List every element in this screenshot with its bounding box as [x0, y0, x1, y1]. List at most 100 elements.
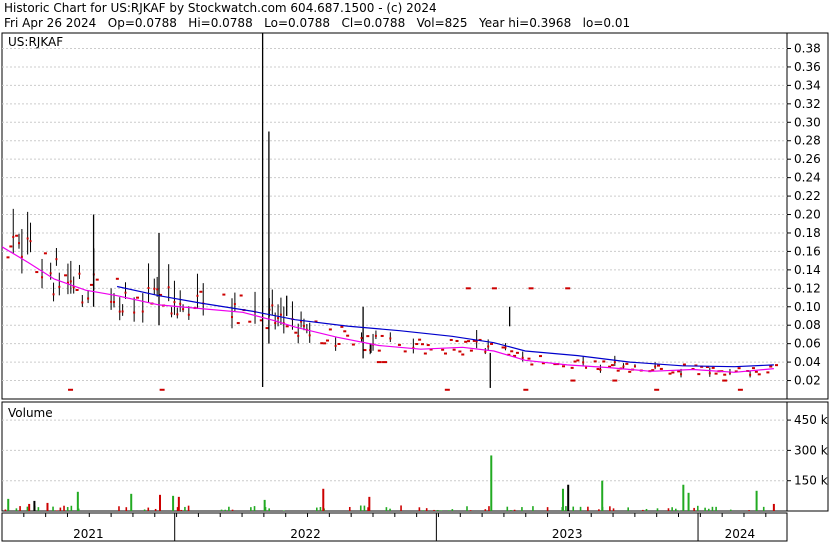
- flat-trade-mark: [380, 334, 384, 337]
- flat-trade-mark: [441, 348, 445, 351]
- volume-bar: [667, 508, 670, 511]
- isolated-trade-mark: [528, 287, 534, 290]
- close-mark: [708, 372, 711, 375]
- price-tick-label: 0.08: [794, 318, 821, 332]
- close-mark: [167, 286, 170, 289]
- volume-bar: [687, 492, 690, 511]
- close-mark: [633, 365, 636, 368]
- price-tick-label: 0.34: [794, 78, 821, 92]
- flat-trade-mark: [285, 325, 289, 328]
- flat-trade-mark: [35, 271, 39, 274]
- flat-trade-mark: [248, 320, 252, 323]
- flat-trade-mark: [199, 290, 203, 293]
- volume-tick-label: 450 k: [794, 413, 828, 427]
- volume-bar: [425, 508, 428, 511]
- close-mark: [78, 272, 81, 275]
- close-mark: [487, 345, 490, 348]
- flat-trade-mark: [415, 343, 419, 346]
- volume-bar: [546, 507, 549, 511]
- price-tick-label: 0.04: [794, 355, 821, 369]
- volume-bar: [125, 507, 128, 511]
- flat-trade-mark: [766, 371, 770, 374]
- flat-trade-mark: [593, 360, 597, 363]
- flat-trade-mark: [115, 277, 119, 280]
- price-panel: 0.02 0.04 0.06 0.08 0.10 0.12 0.14 0.16 0.18 0.20…: [1, 32, 829, 400]
- isolated-trade-mark: [465, 287, 471, 290]
- close-mark: [156, 288, 159, 291]
- volume-bar: [642, 509, 644, 511]
- volume-bar: [510, 510, 512, 511]
- price-tick-label: 0.26: [794, 152, 821, 166]
- isolated-trade-mark: [491, 287, 497, 290]
- close-mark: [147, 287, 150, 290]
- volume-bar: [469, 510, 472, 511]
- flat-trade-mark: [377, 349, 381, 352]
- volume-bar: [316, 507, 318, 511]
- volume-bar: [26, 506, 29, 511]
- flat-trade-mark: [328, 328, 332, 331]
- volume-bar: [359, 505, 362, 511]
- close-mark: [110, 300, 113, 303]
- close-mark: [389, 337, 392, 340]
- price-tick-label: 0.28: [794, 134, 821, 148]
- price-tick-label: 0.24: [794, 171, 821, 185]
- volume-bar: [656, 508, 659, 511]
- volume-chart-title: Volume: [8, 406, 53, 420]
- close-mark: [133, 311, 136, 314]
- flat-trade-mark: [363, 349, 367, 352]
- stock-chart: 0.02 0.04 0.06 0.08 0.10 0.12 0.14 0.16 0.18 0.20…: [1, 32, 829, 542]
- flat-trade-mark: [737, 367, 741, 370]
- volume-bar: [707, 508, 710, 511]
- volume-bar: [645, 508, 648, 511]
- volume-panel: 150 k 300 k 450 k Volume: [1, 401, 829, 512]
- flat-trade-mark: [418, 338, 422, 341]
- volume-bar: [436, 509, 439, 511]
- volume-bar: [224, 509, 227, 511]
- isolated-trade-mark: [444, 388, 450, 391]
- volume-bar: [220, 509, 223, 511]
- flat-trade-mark: [337, 342, 341, 345]
- flat-trade-mark: [616, 369, 620, 372]
- close-mark: [29, 240, 32, 243]
- flat-trade-mark: [628, 370, 632, 373]
- volume-bar: [253, 506, 256, 511]
- volume-bar: [451, 509, 454, 511]
- volume-bar: [675, 508, 677, 511]
- flat-trade-mark: [136, 296, 140, 299]
- volume-bar: [154, 508, 157, 511]
- flat-trade-mark: [714, 372, 718, 375]
- flat-trade-mark: [449, 338, 453, 341]
- volume-bar: [612, 508, 615, 511]
- volume-bar: [748, 510, 750, 511]
- flat-trade-mark: [711, 366, 715, 369]
- close-mark: [173, 301, 176, 304]
- close-mark: [360, 337, 363, 340]
- close-mark: [654, 365, 657, 368]
- volume-bar: [187, 505, 190, 511]
- close-mark: [187, 313, 190, 316]
- isolated-trade-mark: [737, 388, 743, 391]
- flat-trade-mark: [9, 245, 13, 248]
- volume-bar: [268, 508, 270, 511]
- isolated-trade-mark: [159, 388, 165, 391]
- flat-trade-mark: [757, 373, 761, 376]
- close-mark: [582, 361, 585, 364]
- flat-trade-mark: [515, 351, 519, 354]
- flat-trade-mark: [538, 355, 542, 358]
- volume-bar: [363, 505, 366, 511]
- flat-trade-mark: [668, 372, 672, 375]
- close-mark: [141, 310, 144, 313]
- close-mark: [112, 301, 115, 304]
- price-tick-label: 0.12: [794, 281, 821, 295]
- volume-bar: [729, 509, 732, 511]
- flat-trade-mark: [323, 342, 327, 345]
- volume-bar: [228, 506, 230, 511]
- close-mark: [622, 365, 625, 368]
- volume-bar: [682, 484, 685, 511]
- volume-bar: [696, 505, 699, 511]
- isolated-trade-mark: [382, 361, 388, 364]
- year-label: 2022: [290, 527, 321, 541]
- close-mark: [302, 324, 305, 327]
- flat-trade-mark: [659, 367, 663, 370]
- volume-bar: [159, 494, 161, 511]
